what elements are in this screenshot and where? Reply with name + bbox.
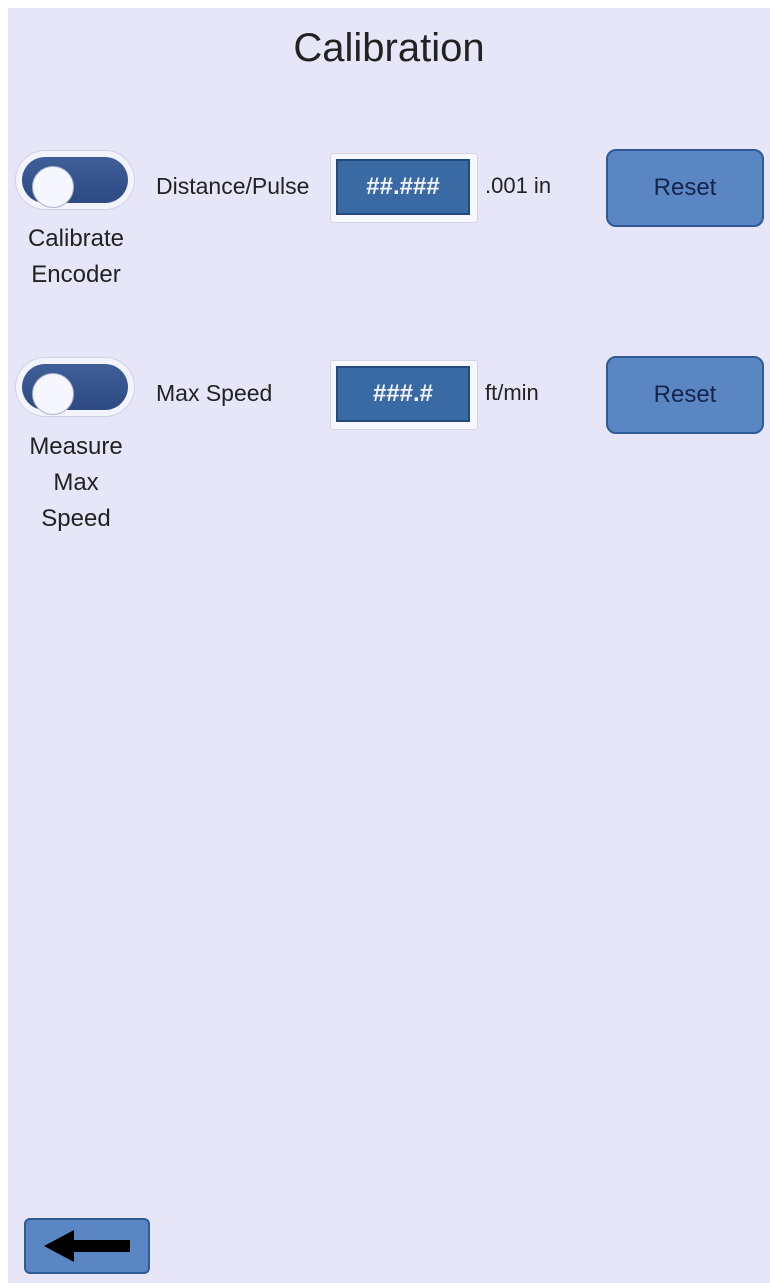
- toggle-track: [22, 157, 128, 208]
- max-speed-label: Max Speed: [156, 380, 273, 406]
- encoder-reset-button[interactable]: Reset: [606, 149, 764, 227]
- toggle-knob: [32, 166, 74, 208]
- distance-pulse-value: ##.###: [336, 159, 470, 215]
- toggle-track: [22, 364, 128, 415]
- max-speed-reset-button[interactable]: Reset: [606, 356, 764, 434]
- calibrate-encoder-caption: Calibrate Encoder: [27, 225, 125, 288]
- toggle-knob: [32, 373, 74, 415]
- max-speed-value: ###.#: [336, 366, 470, 422]
- back-button[interactable]: [24, 1218, 150, 1274]
- distance-pulse-label: Distance/Pulse: [156, 173, 310, 199]
- page-title: Calibration: [293, 26, 485, 70]
- calibrate-encoder-toggle[interactable]: [16, 151, 134, 209]
- left-arrow-icon: [44, 1230, 130, 1262]
- measure-max-speed-caption: Measure Max Speed: [29, 433, 123, 532]
- distance-pulse-field[interactable]: ##.###: [330, 153, 478, 223]
- max-speed-field[interactable]: ###.#: [330, 360, 478, 430]
- distance-pulse-unit: .001 in: [485, 173, 552, 198]
- measure-max-speed-toggle[interactable]: [16, 358, 134, 416]
- calibration-screen: Calibration Calibrate Encoder Distance/P…: [8, 8, 770, 1283]
- max-speed-unit: ft/min: [485, 380, 539, 405]
